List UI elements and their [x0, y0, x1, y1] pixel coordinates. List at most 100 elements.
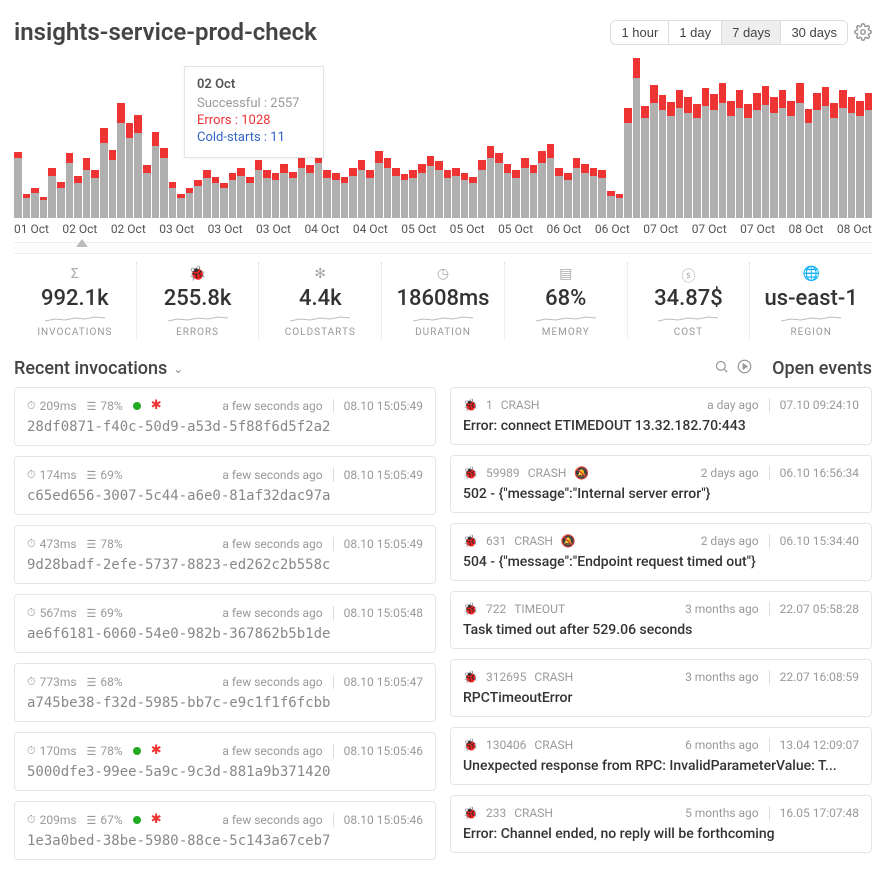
chart-bar[interactable] — [160, 148, 168, 218]
chart-bar[interactable] — [813, 93, 821, 218]
chart-bar[interactable] — [641, 106, 649, 218]
chart-bar[interactable] — [719, 83, 727, 218]
chart-bar[interactable] — [152, 132, 160, 218]
search-icon[interactable] — [714, 359, 729, 378]
chart-bar[interactable] — [822, 87, 830, 218]
stat-cost[interactable]: ⓢ34.87$COST — [628, 262, 751, 340]
stat-memory[interactable]: ▤68%MEMORY — [505, 262, 628, 340]
chart-bar[interactable] — [530, 165, 538, 218]
chart-bar[interactable] — [40, 197, 48, 218]
chart-bar[interactable] — [676, 90, 684, 218]
chart-bar[interactable] — [126, 123, 134, 218]
chart-bar[interactable] — [83, 158, 91, 218]
event-card[interactable]: 🐞 631 CRASH 🔕2 days ago06.10 15:34:40504… — [450, 523, 872, 581]
event-card[interactable]: 🐞 722 TIMEOUT 3 months ago22.07 05:58:28… — [450, 591, 872, 649]
chart-bar[interactable] — [744, 104, 752, 218]
chart-bar[interactable] — [702, 88, 710, 218]
invocation-card[interactable]: 773ms 68%a few seconds ago08.10 15:05:47… — [14, 663, 436, 722]
chart-bar[interactable] — [14, 152, 22, 218]
invocation-card[interactable]: 174ms 69%a few seconds ago08.10 15:05:49… — [14, 456, 436, 515]
chart-bar[interactable] — [435, 161, 443, 218]
chart-bar[interactable] — [289, 172, 297, 218]
stat-region[interactable]: 🌐us-east-1REGION — [750, 262, 872, 340]
chart-bar[interactable] — [91, 170, 99, 218]
range-1-day[interactable]: 1 day — [669, 21, 722, 44]
chart-bar[interactable] — [504, 164, 512, 218]
chart-bar[interactable] — [581, 164, 589, 218]
chart-bar[interactable] — [272, 173, 280, 218]
chart-bar[interactable] — [23, 194, 31, 218]
chart-bar[interactable] — [409, 170, 417, 218]
chart-bar[interactable] — [736, 90, 744, 218]
chart-bar[interactable] — [770, 97, 778, 218]
chart-bar[interactable] — [237, 168, 245, 218]
range-30-days[interactable]: 30 days — [781, 21, 847, 44]
chart-bar[interactable] — [246, 177, 254, 218]
chart-bar[interactable] — [66, 153, 74, 218]
chart-bar[interactable] — [358, 160, 366, 218]
chart-bar[interactable] — [57, 182, 65, 218]
chart-bar[interactable] — [495, 153, 503, 218]
chart-bar[interactable] — [280, 164, 288, 218]
stat-invocations[interactable]: Σ992.1kINVOCATIONS — [14, 262, 137, 340]
chart-bar[interactable] — [392, 168, 400, 218]
event-card[interactable]: 🐞 312695 CRASH 3 months ago22.07 16:08:5… — [450, 659, 872, 717]
chart-bar[interactable] — [521, 158, 529, 218]
chart-bar[interactable] — [177, 194, 185, 218]
range-7-days[interactable]: 7 days — [722, 21, 781, 44]
chart-bar[interactable] — [134, 115, 142, 218]
stat-coldstarts[interactable]: ✻4.4kCOLDSTARTS — [259, 262, 382, 340]
invocation-card[interactable]: 473ms 78%a few seconds ago08.10 15:05:49… — [14, 525, 436, 584]
chart-bar[interactable] — [255, 160, 263, 218]
chart-bar[interactable] — [779, 90, 787, 218]
chart-bar[interactable] — [633, 58, 641, 218]
chart-bar[interactable] — [31, 188, 39, 218]
chart-bar[interactable] — [109, 150, 117, 218]
chart-bar[interactable] — [263, 170, 271, 218]
chart-bar[interactable] — [315, 151, 323, 218]
chart-bar[interactable] — [212, 177, 220, 218]
chart-bar[interactable] — [564, 173, 572, 218]
chart-bar[interactable] — [865, 93, 873, 218]
chart-bar[interactable] — [848, 97, 856, 218]
chart-bar[interactable] — [469, 177, 477, 218]
play-icon[interactable] — [737, 359, 752, 378]
chart-bar[interactable] — [787, 101, 795, 218]
chart-bar[interactable] — [375, 151, 383, 218]
event-card[interactable]: 🐞 1 CRASH a day ago07.10 09:24:10Error: … — [450, 387, 872, 445]
chart-bar[interactable] — [306, 165, 314, 218]
chart-bar[interactable] — [590, 168, 598, 218]
chart-bar[interactable] — [401, 174, 409, 218]
chart-bar[interactable] — [693, 104, 701, 218]
chart-bar[interactable] — [461, 173, 469, 218]
chart-bar[interactable] — [624, 108, 632, 218]
chart-bar[interactable] — [117, 103, 125, 218]
chart-bar[interactable] — [856, 101, 864, 218]
event-card[interactable]: 🐞 59989 CRASH 🔕2 days ago06.10 16:56:345… — [450, 455, 872, 513]
chart-bar[interactable] — [478, 160, 486, 218]
chart-bar[interactable] — [762, 86, 770, 218]
event-card[interactable]: 🐞 130406 CRASH 6 months ago13.04 12:09:0… — [450, 727, 872, 785]
chart-bar[interactable] — [667, 102, 675, 218]
chart-bar[interactable] — [384, 158, 392, 218]
chart-bar[interactable] — [229, 173, 237, 218]
chart-bar[interactable] — [418, 164, 426, 218]
chart-bar[interactable] — [332, 173, 340, 218]
chart-bar[interactable] — [298, 158, 306, 218]
chart-bar[interactable] — [194, 180, 202, 218]
chart-bar[interactable] — [555, 168, 563, 218]
chart-bar[interactable] — [710, 94, 718, 218]
recent-invocations-dropdown[interactable]: Recent invocations⌄ — [14, 358, 183, 379]
chart-bar[interactable] — [607, 191, 615, 218]
chart-bar[interactable] — [796, 83, 804, 218]
chart-bar[interactable] — [650, 85, 658, 218]
chart-bar[interactable] — [349, 168, 357, 218]
range-1-hour[interactable]: 1 hour — [611, 21, 669, 44]
chart-bar[interactable] — [753, 93, 761, 218]
chart-bar[interactable] — [830, 103, 838, 218]
chart-bar[interactable] — [323, 170, 331, 218]
chart-range-slider[interactable] — [14, 242, 872, 254]
chart-bar[interactable] — [616, 194, 624, 218]
chart-bar[interactable] — [444, 170, 452, 218]
chart-bar[interactable] — [169, 182, 177, 218]
